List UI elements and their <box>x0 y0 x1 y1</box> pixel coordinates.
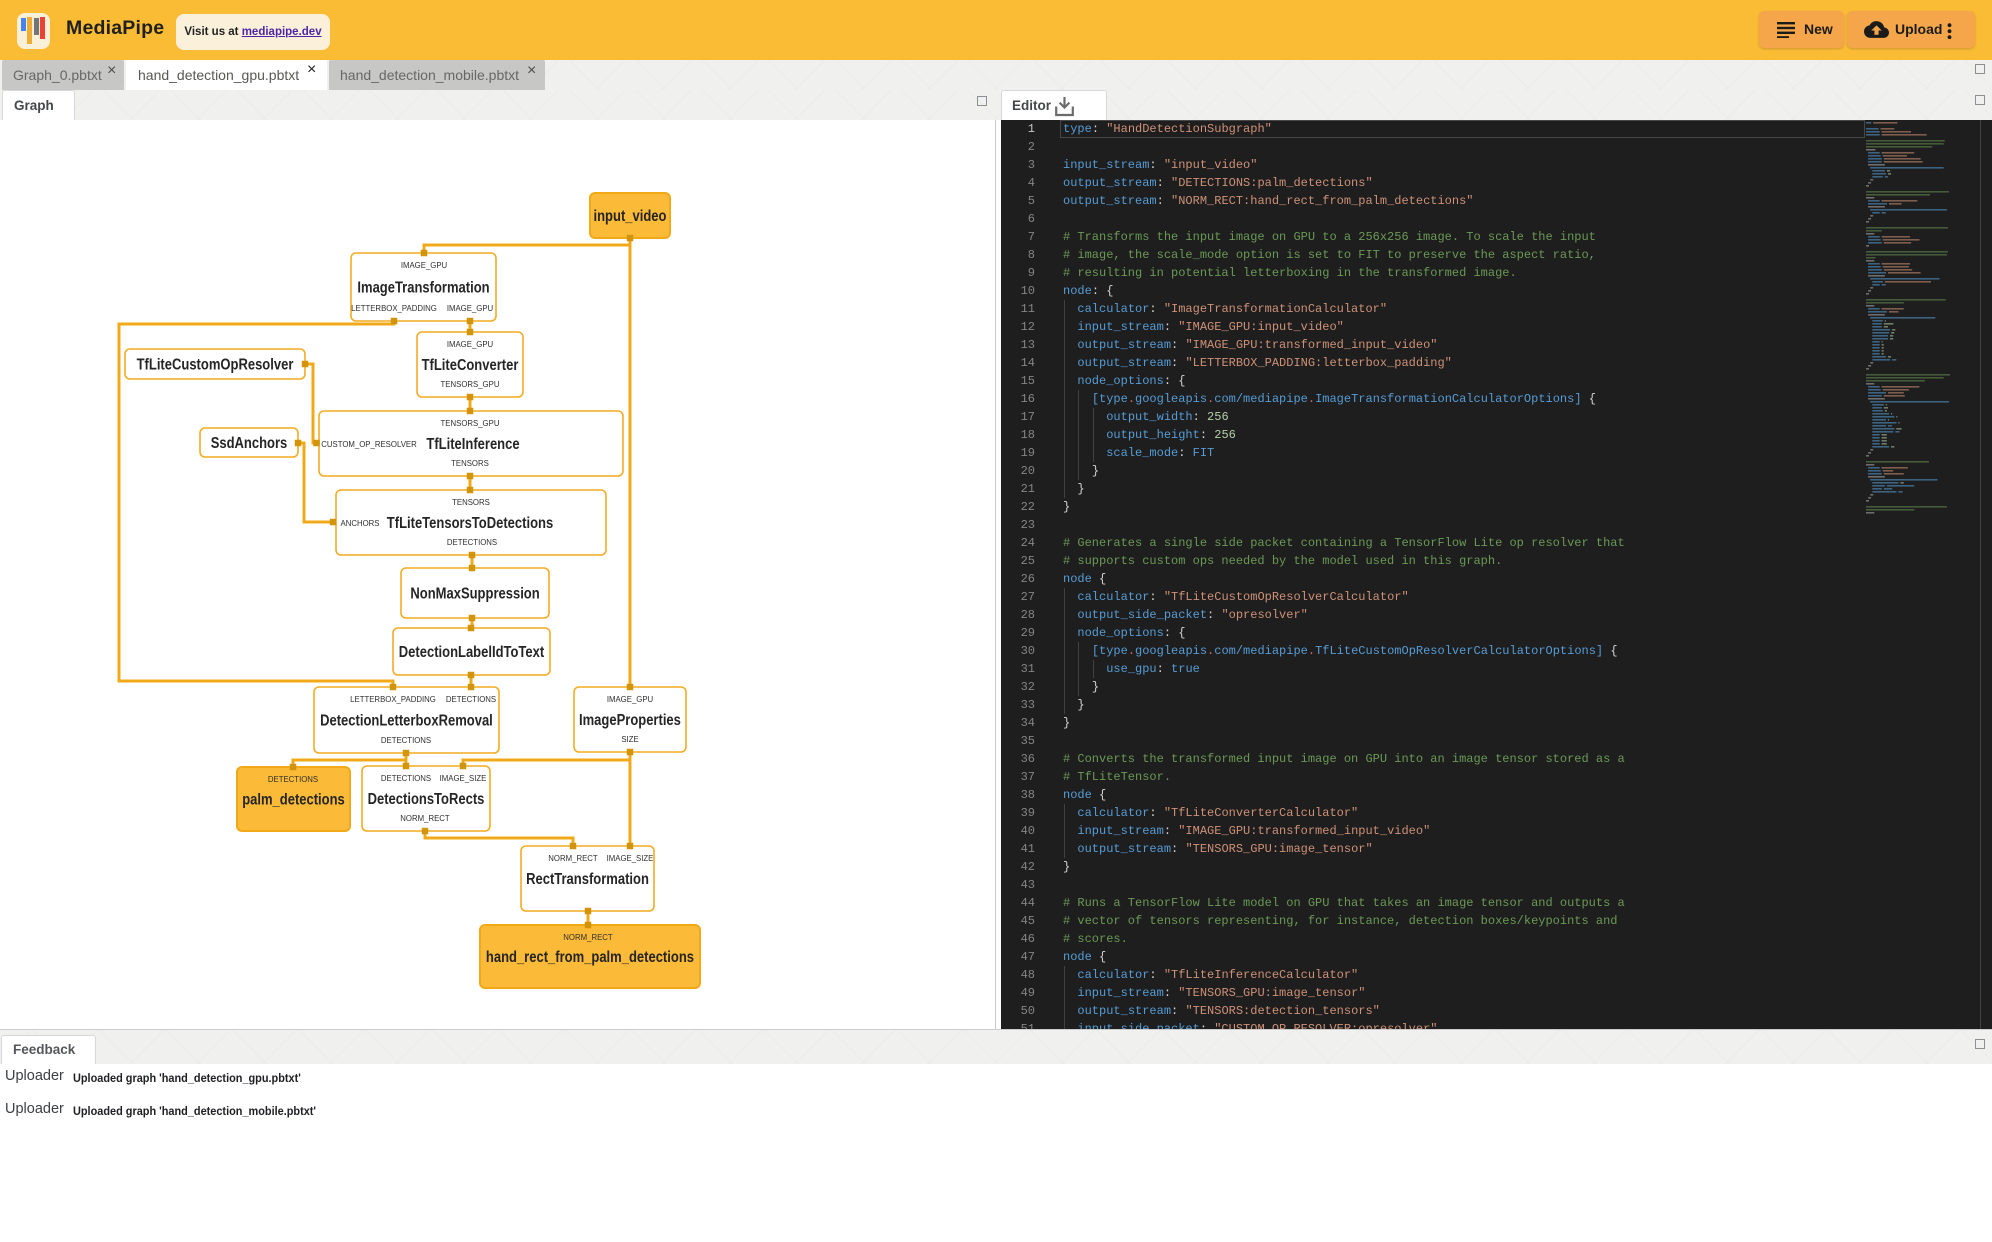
svg-text:ANCHORS: ANCHORS <box>341 519 380 528</box>
svg-text:ImageTransformation: ImageTransformation <box>357 280 489 297</box>
svg-text:DETECTIONS: DETECTIONS <box>381 736 431 745</box>
svg-text:palm_detections: palm_detections <box>242 792 345 809</box>
svg-text:DETECTIONS: DETECTIONS <box>446 695 496 704</box>
svg-text:LETTERBOX_PADDING: LETTERBOX_PADDING <box>350 695 436 704</box>
svg-text:TfLiteInference: TfLiteInference <box>426 436 520 453</box>
svg-text:NORM_RECT: NORM_RECT <box>400 814 450 823</box>
svg-text:TENSORS: TENSORS <box>452 498 490 507</box>
svg-text:hand_rect_from_palm_detections: hand_rect_from_palm_detections <box>486 949 694 966</box>
svg-text:TfLiteConverter: TfLiteConverter <box>422 357 519 374</box>
svg-text:TfLiteTensorsToDetections: TfLiteTensorsToDetections <box>387 515 553 532</box>
svg-text:TENSORS_GPU: TENSORS_GPU <box>441 419 500 428</box>
svg-text:IMAGE_GPU: IMAGE_GPU <box>401 261 448 270</box>
svg-text:TENSORS: TENSORS <box>451 459 489 468</box>
svg-text:DetectionsToRects: DetectionsToRects <box>368 791 485 808</box>
svg-text:IMAGE_GPU: IMAGE_GPU <box>447 304 494 313</box>
svg-text:SIZE: SIZE <box>621 735 638 744</box>
svg-text:LETTERBOX_PADDING: LETTERBOX_PADDING <box>351 304 437 313</box>
svg-text:DetectionLetterboxRemoval: DetectionLetterboxRemoval <box>320 713 493 730</box>
svg-text:DETECTIONS: DETECTIONS <box>268 775 318 784</box>
svg-text:input_video: input_video <box>594 208 667 225</box>
svg-text:IMAGE_SIZE: IMAGE_SIZE <box>440 774 487 783</box>
svg-text:DETECTIONS: DETECTIONS <box>381 774 431 783</box>
svg-text:DETECTIONS: DETECTIONS <box>447 538 497 547</box>
svg-text:IMAGE_GPU: IMAGE_GPU <box>447 340 494 349</box>
svg-text:NonMaxSuppression: NonMaxSuppression <box>410 586 539 603</box>
svg-text:DetectionLabelIdToText: DetectionLabelIdToText <box>399 644 544 661</box>
svg-text:TENSORS_GPU: TENSORS_GPU <box>441 380 500 389</box>
svg-text:IMAGE_SIZE: IMAGE_SIZE <box>607 854 654 863</box>
svg-text:IMAGE_GPU: IMAGE_GPU <box>607 695 654 704</box>
svg-text:CUSTOM_OP_RESOLVER: CUSTOM_OP_RESOLVER <box>321 440 417 449</box>
svg-text:SsdAnchors: SsdAnchors <box>211 435 288 452</box>
svg-text:NORM_RECT: NORM_RECT <box>548 854 598 863</box>
svg-text:TfLiteCustomOpResolver: TfLiteCustomOpResolver <box>137 357 294 374</box>
svg-text:NORM_RECT: NORM_RECT <box>563 933 613 942</box>
svg-text:RectTransformation: RectTransformation <box>526 871 649 888</box>
svg-text:ImageProperties: ImageProperties <box>579 712 681 729</box>
